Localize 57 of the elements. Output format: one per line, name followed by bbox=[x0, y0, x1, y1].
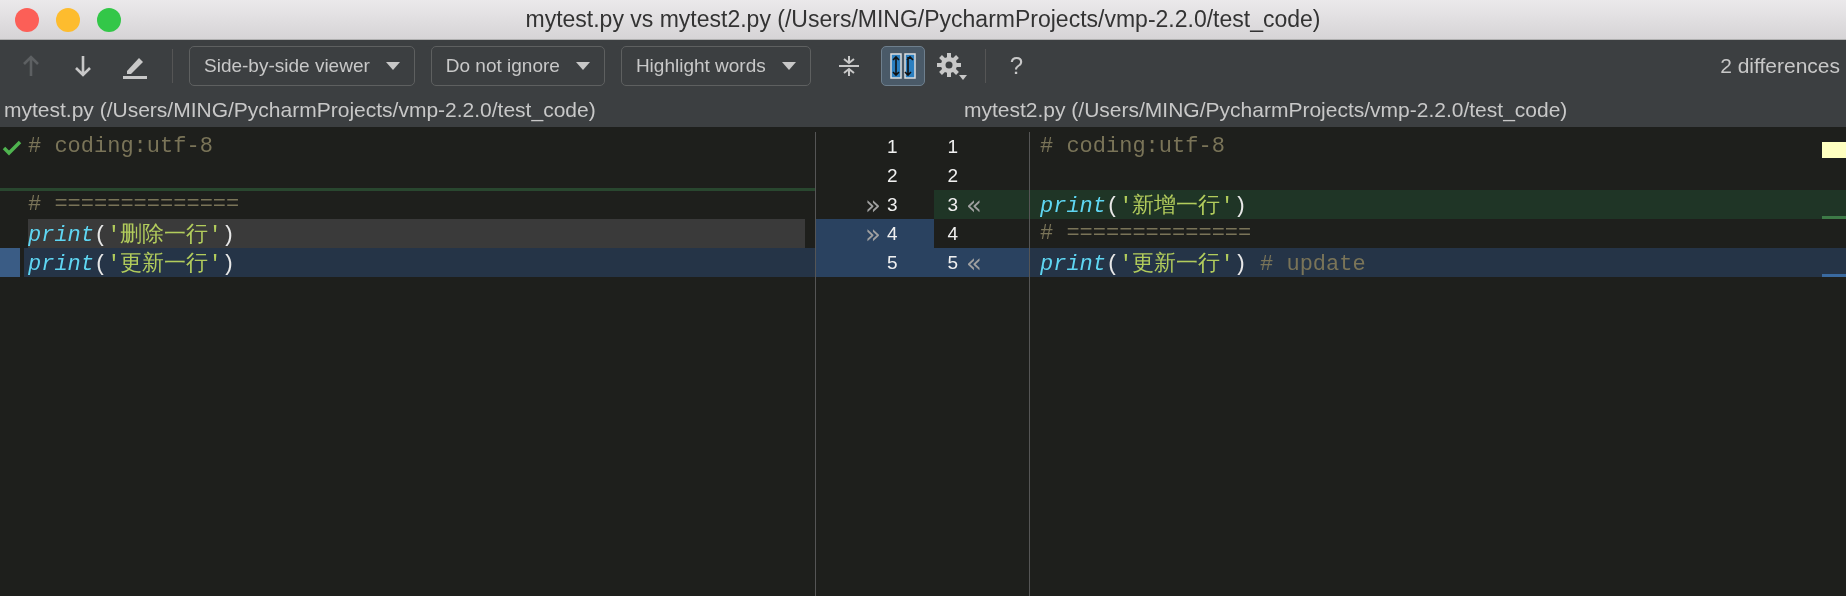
apply-left-button[interactable]: « bbox=[966, 249, 982, 276]
line-number: 4 bbox=[947, 222, 959, 245]
line-number: 1 bbox=[947, 135, 959, 158]
settings-icon[interactable] bbox=[934, 51, 969, 81]
line-number: 3 bbox=[886, 193, 898, 216]
window-title: mytest.py vs mytest2.py (/Users/MING/PycharmProjects/vmp-2.2.0/test_code) bbox=[525, 6, 1321, 33]
code-keyword: print bbox=[1040, 193, 1106, 219]
line-number: 5 bbox=[886, 251, 898, 274]
dropdown[interactable]: Side-by-side viewer bbox=[189, 46, 415, 86]
code-comment: # update bbox=[1259, 251, 1366, 277]
code-punctuation: ( bbox=[94, 251, 108, 277]
code-comment: # ============== bbox=[28, 192, 240, 217]
up-arrow-icon bbox=[21, 54, 41, 78]
right-file-path: mytest2.py (/Users/MING/PycharmProjects/vmp-2.2.0/test_code) bbox=[964, 97, 1568, 122]
code-punctuation: ( bbox=[1106, 251, 1120, 277]
check-icon bbox=[2, 140, 22, 156]
line-number: 5 bbox=[947, 251, 959, 274]
code-punctuation: ( bbox=[1106, 193, 1120, 219]
line-number: 2 bbox=[947, 164, 959, 187]
dropdown[interactable]: Do not ignore bbox=[430, 46, 605, 86]
collapse-icon bbox=[836, 54, 861, 78]
caret-icon bbox=[575, 62, 590, 70]
code-keyword: print bbox=[1040, 251, 1106, 277]
change-marker bbox=[0, 248, 20, 277]
difference-count: 2 differences bbox=[1720, 54, 1841, 78]
code-punctuation: ) bbox=[221, 251, 235, 277]
left-file-path: mytest.py (/Users/MING/PycharmProjects/vmp-2.2.0/test_code) bbox=[3, 97, 597, 122]
line-number: 4 bbox=[886, 222, 898, 245]
code-punctuation: ( bbox=[94, 222, 108, 248]
code-comment: # coding:utf-8 bbox=[28, 134, 213, 159]
sync-scroll-button[interactable] bbox=[880, 46, 925, 86]
code-keyword: print bbox=[28, 251, 94, 277]
code-string: '新增一行' bbox=[1119, 193, 1234, 219]
change-stripe bbox=[1822, 216, 1846, 219]
code-punctuation: ) bbox=[1233, 251, 1247, 277]
code-punctuation: ) bbox=[221, 222, 235, 248]
caret-icon bbox=[385, 62, 400, 70]
code-comment: # coding:utf-8 bbox=[1040, 134, 1225, 159]
caret-icon bbox=[781, 62, 796, 70]
line-number: 3 bbox=[947, 193, 959, 216]
code-punctuation: ) bbox=[1233, 193, 1247, 219]
line-number: 2 bbox=[886, 164, 898, 187]
code-string: '更新一行' bbox=[1119, 251, 1234, 277]
code-string: '更新一行' bbox=[107, 251, 222, 277]
help-button[interactable]: ? bbox=[1001, 52, 1032, 80]
down-arrow-icon bbox=[73, 54, 93, 78]
line-number: 1 bbox=[886, 135, 898, 158]
code-comment: # ============== bbox=[1040, 221, 1252, 246]
sync-scroll-icon bbox=[888, 52, 917, 80]
apply-left-button[interactable]: « bbox=[966, 191, 982, 218]
change-stripe bbox=[1822, 274, 1846, 277]
apply-right-button[interactable]: » bbox=[865, 220, 881, 247]
code-keyword: print bbox=[28, 222, 94, 248]
dropdown[interactable]: Highlight words bbox=[620, 46, 811, 86]
inspection-marker bbox=[1822, 142, 1846, 158]
apply-right-button[interactable]: » bbox=[865, 191, 881, 218]
code-string: '删除一行' bbox=[107, 222, 222, 248]
